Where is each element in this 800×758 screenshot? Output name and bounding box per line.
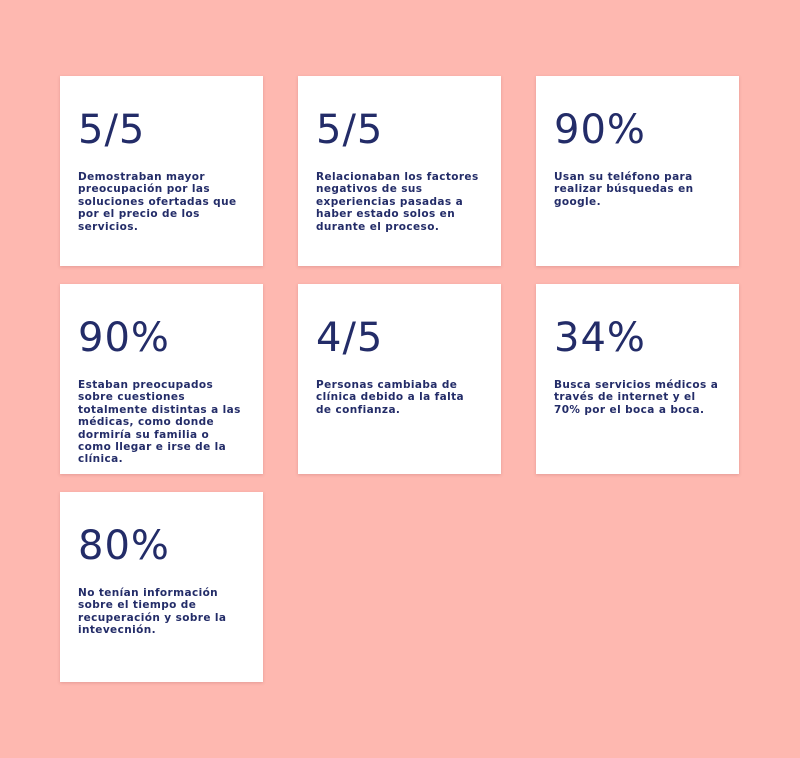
stat-card: 80% No tenían información sobre el tiemp…: [60, 492, 263, 682]
stat-description: Demostraban mayor preocupación por las s…: [78, 171, 237, 233]
stat-value: 90%: [78, 315, 170, 361]
stats-grid: 5/5 Demostraban mayor preocupación por l…: [60, 76, 739, 682]
stat-value: 5/5: [316, 107, 384, 153]
stat-card: 5/5 Demostraban mayor preocupación por l…: [60, 76, 263, 266]
stat-value: 34%: [554, 315, 646, 361]
stat-description: Relacionaban los factores negativos de s…: [316, 171, 479, 233]
stat-card: 5/5 Relacionaban los factores negativos …: [298, 76, 501, 266]
stat-description: Personas cambiaba de clínica debido a la…: [316, 379, 465, 416]
stat-card: 90% Estaban preocupados sobre cuestiones…: [60, 284, 263, 474]
stat-value: 4/5: [316, 315, 384, 361]
stat-value: 5/5: [78, 107, 146, 153]
stat-value: 90%: [554, 107, 646, 153]
stat-description: Estaban preocupados sobre cuestiones tot…: [78, 379, 241, 466]
stat-description: Usan su teléfono para realizar búsquedas…: [554, 171, 694, 208]
stat-value: 80%: [78, 523, 170, 569]
stat-card: 90% Usan su teléfono para realizar búsqu…: [536, 76, 739, 266]
stat-description: Busca servicios médicos a través de inte…: [554, 379, 719, 416]
stat-card: 34% Busca servicios médicos a través de …: [536, 284, 739, 474]
stat-card: 4/5 Personas cambiaba de clínica debido …: [298, 284, 501, 474]
stat-description: No tenían información sobre el tiempo de…: [78, 587, 227, 637]
